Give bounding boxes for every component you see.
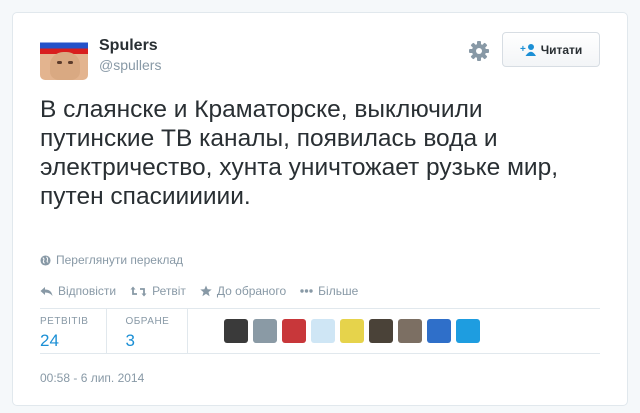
tweet-text: В слаянске и Краматорске, выключили пути… xyxy=(40,96,559,210)
user-fullname[interactable]: Spulers xyxy=(99,36,161,56)
user-handle[interactable]: @spullers xyxy=(99,56,161,74)
favoriter-avatar[interactable] xyxy=(253,318,278,343)
favorites-stat-label: ОБРАНЕ xyxy=(125,316,170,327)
favoriter-avatar[interactable] xyxy=(282,318,307,343)
svg-text:+: + xyxy=(520,44,526,55)
retweet-action[interactable]: Ретвіт xyxy=(130,284,186,298)
favorite-action[interactable]: До обраного xyxy=(200,284,286,298)
more-action[interactable]: Більше xyxy=(300,284,358,298)
reply-icon xyxy=(40,286,53,296)
favoriter-avatar[interactable] xyxy=(398,318,423,343)
favoriter-avatar[interactable] xyxy=(456,318,481,343)
reply-label: Відповісти xyxy=(58,284,117,298)
divider xyxy=(40,353,600,354)
reply-action[interactable]: Відповісти xyxy=(40,284,116,298)
follow-button-label: Читати xyxy=(540,42,583,57)
tweet-stats: РЕТВІТІВ 24 ОБРАНЕ 3 xyxy=(40,308,481,353)
avatar-eye xyxy=(57,61,62,64)
favoriters-avatars xyxy=(206,308,481,353)
retweet-icon xyxy=(130,286,147,296)
retweets-stat-value: 24 xyxy=(40,331,59,350)
avatar-face xyxy=(50,52,80,80)
translate-label: Переглянути переклад xyxy=(56,253,184,267)
more-label: Більше xyxy=(318,284,359,298)
favoriter-avatar[interactable] xyxy=(311,318,336,343)
avatar[interactable] xyxy=(40,32,88,80)
globe-icon xyxy=(40,254,51,266)
favorites-stat[interactable]: ОБРАНЕ 3 xyxy=(125,308,189,353)
retweets-stat[interactable]: РЕТВІТІВ 24 xyxy=(40,308,108,353)
favoriter-avatar[interactable] xyxy=(427,318,452,343)
gear-icon[interactable] xyxy=(468,40,490,62)
add-user-icon: + xyxy=(520,44,536,56)
favorite-label: До обраного xyxy=(216,284,287,298)
favoriter-avatar[interactable] xyxy=(369,318,394,343)
retweets-stat-label: РЕТВІТІВ xyxy=(40,316,89,327)
translate-link[interactable]: Переглянути переклад xyxy=(40,253,183,267)
more-icon xyxy=(300,289,313,293)
favorites-stat-value: 3 xyxy=(125,331,135,350)
tweet-actions: Відповісти Ретвіт До обраного Більше xyxy=(40,284,358,298)
favoriter-avatar[interactable] xyxy=(340,318,365,343)
tweet-card: Spulers @spullers + Читати В слаянске и … xyxy=(12,12,628,406)
follow-button[interactable]: + Читати xyxy=(502,32,600,67)
user-name-block[interactable]: Spulers @spullers xyxy=(99,36,161,74)
tweet-header: Spulers @spullers + Читати xyxy=(40,32,600,80)
avatar-eye xyxy=(68,61,73,64)
favoriter-avatar[interactable] xyxy=(224,318,249,343)
tweet-timestamp[interactable]: 00:58 - 6 лип. 2014 xyxy=(40,371,144,385)
star-icon xyxy=(200,285,212,297)
retweet-label: Ретвіт xyxy=(152,284,186,298)
